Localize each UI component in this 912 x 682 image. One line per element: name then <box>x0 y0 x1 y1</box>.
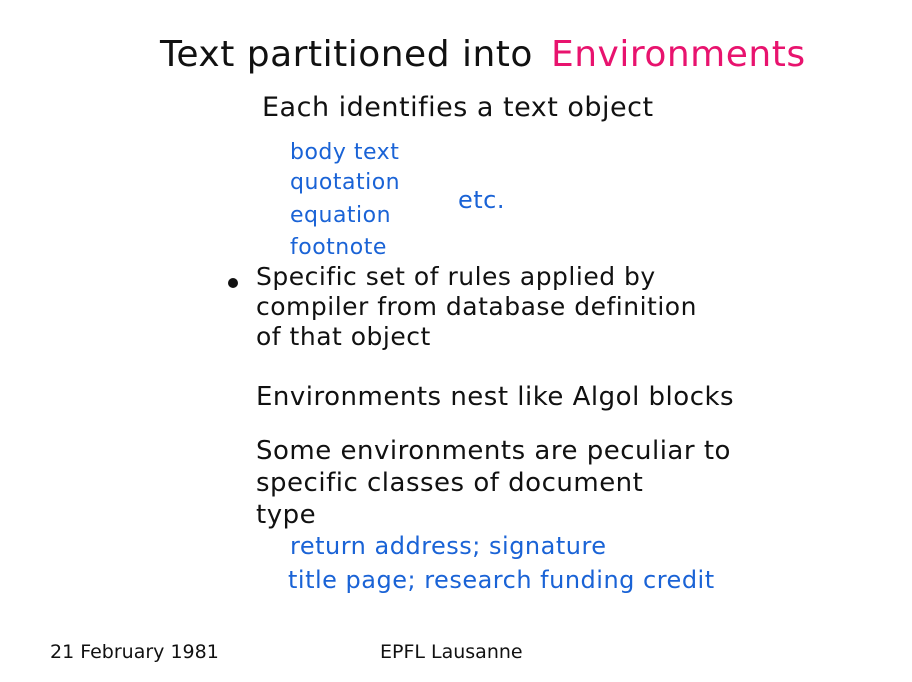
nest-line: Environments nest like Algol blocks <box>256 382 735 412</box>
identifies-line: Each identifies a text object <box>262 92 654 123</box>
example-quotation: quotation <box>290 170 401 195</box>
example-body-text: body text <box>290 140 400 165</box>
peculiar-line-1: Some environments are peculiar to <box>256 436 731 466</box>
slide-title: Text partitioned into Environments <box>160 34 806 75</box>
bullet-line-2: compiler from database definition <box>256 292 697 321</box>
peculiar-line-3: type <box>256 500 317 530</box>
title-text: Text partitioned into <box>160 34 533 75</box>
example-footnote: footnote <box>290 235 387 260</box>
example-etc: etc. <box>458 186 505 214</box>
bullet-line-1: Specific set of rules applied by <box>256 262 656 291</box>
peculiar-example-1: return address; signature <box>290 532 607 560</box>
peculiar-example-2: title page; research funding credit <box>288 566 715 594</box>
title-highlight: Environments <box>550 34 806 75</box>
footer-date: 21 February 1981 <box>50 641 219 663</box>
example-equation: equation <box>290 203 392 228</box>
bullet-icon <box>228 278 238 288</box>
peculiar-line-2: specific classes of document <box>256 468 644 498</box>
slide: Text partitioned into Environments Each i… <box>0 0 912 682</box>
bullet-line-3: of that object <box>256 322 431 351</box>
footer-location: EPFL Lausanne <box>380 641 523 663</box>
